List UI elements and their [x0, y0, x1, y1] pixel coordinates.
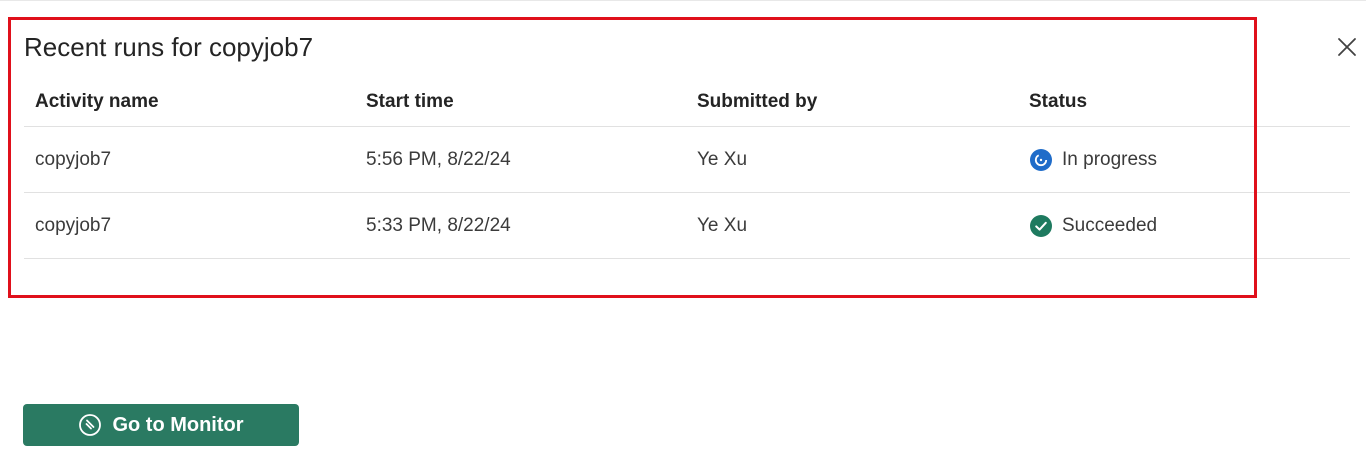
close-button[interactable]: [1331, 31, 1363, 63]
monitor-icon: [78, 413, 102, 437]
status-label: In progress: [1062, 148, 1158, 170]
status-label: Succeeded: [1062, 214, 1158, 236]
go-to-monitor-label: Go to Monitor: [112, 413, 244, 436]
activity-name-cell: copyjob7: [35, 214, 112, 236]
table-row[interactable]: copyjob7 5:56 PM, 8/22/24 Ye Xu In progr…: [24, 127, 1350, 193]
table-row[interactable]: copyjob7 5:33 PM, 8/22/24 Ye Xu Succeede…: [24, 193, 1350, 259]
status-cell: Succeeded: [1029, 193, 1157, 258]
success-check-icon: [1029, 214, 1053, 238]
table-header-row: Activity name Start time Submitted by St…: [24, 78, 1350, 127]
status-cell: In progress: [1029, 127, 1157, 192]
column-header-activity-name[interactable]: Activity name: [35, 78, 159, 126]
submitted-by-cell: Ye Xu: [697, 148, 748, 170]
panel-title: Recent runs for copyjob7: [24, 32, 314, 62]
column-header-status[interactable]: Status: [1029, 78, 1087, 126]
start-time-cell: 5:33 PM, 8/22/24: [366, 214, 511, 236]
go-to-monitor-button[interactable]: Go to Monitor: [23, 404, 299, 446]
column-header-start-time[interactable]: Start time: [366, 78, 454, 126]
column-header-submitted-by[interactable]: Submitted by: [697, 78, 817, 126]
close-icon: [1338, 38, 1356, 56]
in-progress-icon: [1029, 148, 1053, 172]
recent-runs-table: Activity name Start time Submitted by St…: [24, 78, 1350, 259]
submitted-by-cell: Ye Xu: [697, 214, 748, 236]
activity-name-cell: copyjob7: [35, 148, 112, 170]
top-divider: [0, 0, 1366, 1]
start-time-cell: 5:56 PM, 8/22/24: [366, 148, 511, 170]
